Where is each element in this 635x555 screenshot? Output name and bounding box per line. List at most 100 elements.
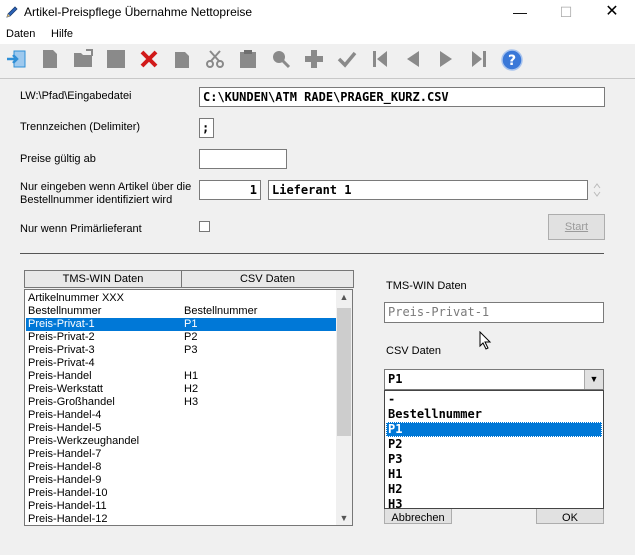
start-button[interactable]: Start	[548, 214, 605, 240]
save-icon[interactable]	[102, 48, 130, 74]
table-row[interactable]: Preis-Handel-4	[26, 409, 336, 422]
tms-cell: Artikelnummer XXX	[28, 292, 124, 304]
close-button[interactable]: ✕	[589, 0, 635, 26]
table-row[interactable]: Preis-Großhandel H3	[26, 396, 336, 409]
delete-icon[interactable]	[135, 48, 163, 74]
dropdown-option[interactable]: -	[386, 392, 602, 407]
path-label: LW:\Pfad\Eingabedatei	[20, 90, 132, 102]
tms-cell: Bestellnummer	[28, 305, 102, 317]
dropdown-option[interactable]: H1	[386, 467, 602, 482]
prev-icon[interactable]	[399, 48, 427, 74]
supplier-name-field: Lieferant 1	[268, 180, 588, 200]
table-row[interactable]: Preis-Privat-4	[26, 357, 336, 370]
dropdown-option[interactable]: P3	[386, 452, 602, 467]
table-row[interactable]: Preis-Privat-1 P1	[26, 318, 336, 331]
maximize-button[interactable]: ☐	[543, 0, 589, 26]
last-icon[interactable]	[465, 48, 493, 74]
delimiter-input[interactable]: ;	[199, 118, 214, 138]
tms-cell: Preis-Handel-9	[28, 474, 102, 486]
new-icon[interactable]	[36, 48, 64, 74]
check-icon[interactable]	[333, 48, 361, 74]
csv-cell: H2	[184, 383, 199, 395]
exit-icon[interactable]	[3, 48, 31, 74]
ok-label: OK	[562, 512, 578, 524]
separator	[20, 253, 604, 254]
tms-cell: Preis-Handel-8	[28, 461, 102, 473]
svg-text:?: ?	[508, 53, 516, 69]
tms-cell: Preis-Handel-10	[28, 487, 108, 499]
paste-icon[interactable]	[234, 48, 262, 74]
detail-tms-field: Preis-Privat-1	[384, 302, 604, 323]
csv-cell: H1	[184, 370, 199, 382]
supplier-label-line1: Nur eingeben wenn Artikel über die	[20, 181, 192, 193]
dropdown-option[interactable]: Bestellnummer	[386, 407, 602, 422]
menu-hilfe[interactable]: Hilfe	[51, 28, 73, 40]
dropdown-option[interactable]: P1	[386, 422, 602, 437]
scroll-down-icon[interactable]: ▼	[336, 513, 352, 523]
csv-select[interactable]: P1	[384, 369, 604, 390]
tms-cell: Preis-Handel-12	[28, 513, 108, 525]
mouse-cursor-icon	[479, 330, 493, 351]
csv-dropdown-list[interactable]: - Bestellnummer P1 P2 P3 H1 H2 H3	[384, 390, 604, 512]
list-scrollbar[interactable]: ▲ ▼	[336, 290, 352, 525]
csv-cell: P2	[184, 331, 198, 343]
table-row[interactable]: Preis-Handel H1	[26, 370, 336, 383]
tms-cell: Preis-Handel-4	[28, 409, 102, 421]
csv-cell: P1	[184, 318, 198, 330]
tms-cell: Preis-Großhandel	[28, 396, 115, 408]
grid-header-csv[interactable]: CSV Daten	[181, 270, 354, 288]
cut-icon[interactable]	[201, 48, 229, 74]
table-row[interactable]: Preis-Werkstatt H2	[26, 383, 336, 396]
chevron-down-icon[interactable]: ▼	[584, 370, 603, 389]
menu-daten[interactable]: Daten	[6, 28, 35, 40]
table-row[interactable]: Preis-Privat-3 P3	[26, 344, 336, 357]
help-icon[interactable]: ?	[498, 48, 526, 74]
table-row[interactable]: Preis-Handel-12	[26, 513, 336, 525]
next-icon[interactable]	[432, 48, 460, 74]
tms-cell: Preis-Handel-7	[28, 448, 102, 460]
scroll-up-icon[interactable]: ▲	[336, 292, 352, 302]
delimiter-label: Trennzeichen (Delimiter)	[20, 121, 141, 133]
detail-csv-label: CSV Daten	[386, 345, 442, 357]
copy-icon[interactable]	[168, 48, 196, 74]
scroll-thumb[interactable]	[337, 308, 351, 436]
table-row[interactable]: Preis-Werkzeughandel	[26, 435, 336, 448]
tms-cell: Preis-Handel-5	[28, 422, 102, 434]
dropdown-option[interactable]: H2	[386, 482, 602, 497]
table-row[interactable]: Preis-Handel-10	[26, 487, 336, 500]
dropdown-option[interactable]: P2	[386, 437, 602, 452]
add-icon[interactable]	[300, 48, 328, 74]
table-row[interactable]: Preis-Handel-8	[26, 461, 336, 474]
first-icon[interactable]	[366, 48, 394, 74]
primary-supplier-label: Nur wenn Primärlieferant	[20, 223, 142, 235]
table-row[interactable]: Artikelnummer XXX	[26, 292, 336, 305]
valid-from-input[interactable]	[199, 149, 287, 169]
open-icon[interactable]	[69, 48, 97, 74]
primary-supplier-checkbox[interactable]	[199, 221, 210, 232]
app-pencil-icon	[5, 5, 19, 19]
supplier-label-line2: Bestellnummer identifiziert wird	[20, 194, 173, 206]
grid-header-tms[interactable]: TMS-WIN Daten	[24, 270, 182, 288]
path-input[interactable]: C:\KUNDEN\ATM RADE\PRAGER_KURZ.CSV	[199, 87, 605, 107]
table-row[interactable]: Preis-Privat-2 P2	[26, 331, 336, 344]
tms-cell: Preis-Werkzeughandel	[28, 435, 140, 447]
tms-cell: Preis-Handel-11	[28, 500, 107, 512]
table-row[interactable]: Preis-Handel-7	[26, 448, 336, 461]
supplier-spinner[interactable]	[590, 180, 604, 200]
csv-cell: P3	[184, 344, 198, 356]
table-row[interactable]: Preis-Handel-11	[26, 500, 336, 513]
dropdown-option[interactable]: H3	[386, 497, 602, 512]
table-row[interactable]: Bestellnummer Bestellnummer	[26, 305, 336, 318]
minimize-button[interactable]: —	[497, 0, 543, 26]
window-title: Artikel-Preispflege Übernahme Nettopreis…	[24, 5, 253, 19]
table-row[interactable]: Preis-Handel-9	[26, 474, 336, 487]
search-icon[interactable]	[267, 48, 295, 74]
detail-tms-label: TMS-WIN Daten	[386, 280, 467, 292]
tms-cell: Preis-Privat-4	[28, 357, 95, 369]
tms-cell: Preis-Handel	[28, 370, 92, 382]
mapping-list[interactable]: Artikelnummer XXX Bestellnummer Bestellnum…	[24, 289, 353, 526]
supplier-number-input[interactable]: 1	[199, 180, 261, 200]
tms-cell: Preis-Privat-2	[28, 331, 95, 343]
csv-cell: Bestellnummer	[184, 305, 258, 317]
table-row[interactable]: Preis-Handel-5	[26, 422, 336, 435]
